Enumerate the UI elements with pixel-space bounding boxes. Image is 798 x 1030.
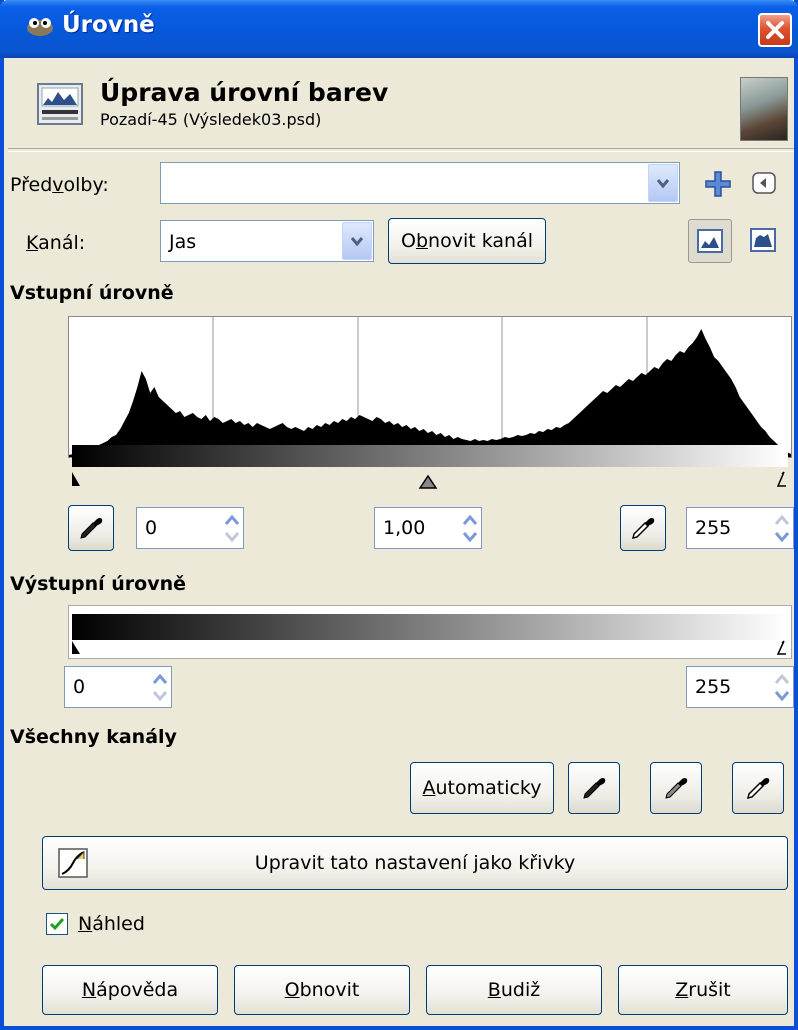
pick-white-point-button[interactable]: [732, 762, 784, 814]
help-button[interactable]: Nápověda: [42, 965, 218, 1015]
input-gamma-handle[interactable]: [418, 474, 438, 489]
histogram-plot: [69, 317, 791, 457]
spin-arrows-icon[interactable]: [221, 508, 243, 548]
input-low-spin[interactable]: 0: [136, 507, 244, 549]
preset-menu-icon[interactable]: [752, 172, 776, 194]
eyedropper-gray-icon: [665, 778, 688, 799]
channel-value: Jas: [169, 231, 197, 253]
input-slider-track[interactable]: [70, 470, 790, 492]
input-high-handle[interactable]: [776, 471, 786, 487]
histogram: [68, 316, 792, 458]
input-gamma-spin[interactable]: 1,00: [374, 507, 482, 549]
white-point-picker[interactable]: [620, 505, 666, 551]
reset-channel-button[interactable]: Obnovit kanál: [388, 218, 546, 264]
input-low-value: 0: [145, 517, 158, 539]
linear-histogram-icon: [697, 229, 723, 253]
checkmark-icon: [49, 918, 65, 931]
black-point-picker[interactable]: [68, 505, 114, 551]
channel-combo[interactable]: Jas: [160, 220, 374, 262]
input-high-spin[interactable]: 255: [686, 507, 794, 549]
auto-button[interactable]: Automaticky: [410, 762, 554, 814]
output-low-handle[interactable]: [72, 641, 80, 654]
presets-label: Předvolby:: [10, 174, 109, 196]
spin-arrows-icon[interactable]: [771, 667, 793, 707]
input-high-value: 255: [695, 517, 732, 539]
linear-histogram-toggle[interactable]: [688, 219, 732, 263]
eyedropper-black-icon: [80, 518, 103, 539]
cancel-button[interactable]: Zrušit: [618, 965, 788, 1015]
output-low-spin[interactable]: 0: [64, 666, 172, 708]
log-histogram-toggle[interactable]: [742, 219, 786, 263]
presets-dropdown-button[interactable]: [648, 164, 678, 202]
reset-button[interactable]: Obnovit: [234, 965, 410, 1015]
channel-label: Kanál:: [26, 232, 86, 254]
close-icon: [766, 21, 784, 39]
output-high-handle[interactable]: [776, 640, 786, 655]
edit-as-curves-button[interactable]: Upravit tato nastavení jako křivky: [42, 836, 788, 890]
ok-button[interactable]: Budiž: [426, 965, 602, 1015]
output-low-value: 0: [73, 676, 86, 698]
channel-dropdown-button[interactable]: [342, 222, 372, 260]
dialog-heading: Úprava úrovní barev: [100, 78, 389, 107]
output-high-value: 255: [695, 676, 732, 698]
chevron-down-icon: [350, 237, 364, 247]
presets-combo[interactable]: [160, 162, 680, 204]
eyedropper-white-icon: [631, 518, 655, 540]
image-thumbnail: [740, 77, 788, 141]
pick-black-point-button[interactable]: [568, 762, 620, 814]
log-histogram-icon: [750, 228, 776, 252]
output-high-spin[interactable]: 255: [686, 666, 794, 708]
dialog-subheading: Pozadí-45 (Výsledek03.psd): [100, 110, 322, 129]
input-gradient-bar: [72, 445, 788, 467]
preview-label[interactable]: Náhled: [78, 913, 145, 935]
header-separator: [8, 148, 794, 152]
eyedropper-black-icon: [583, 778, 606, 799]
title-bar: Úrovně: [0, 0, 798, 58]
output-slider-track[interactable]: [70, 640, 790, 660]
edit-as-curves-label: Upravit tato nastavení jako křivky: [254, 852, 576, 874]
levels-dialog: Úrovně Úprava úrovní barev Pozadí-45 (Vý…: [0, 0, 798, 1030]
spin-arrows-icon[interactable]: [459, 508, 481, 548]
input-levels-heading: Vstupní úrovně: [10, 282, 174, 304]
curves-icon: [58, 848, 88, 878]
spin-arrows-icon[interactable]: [149, 667, 171, 707]
eyedropper-white-icon: [746, 778, 770, 800]
all-channels-heading: Všechny kanály: [10, 726, 177, 748]
levels-icon: [37, 83, 83, 125]
spin-arrows-icon[interactable]: [771, 508, 793, 548]
window-title: Úrovně: [62, 12, 155, 38]
preview-checkbox[interactable]: [46, 913, 68, 935]
add-preset-icon[interactable]: [704, 170, 732, 198]
output-gradient-bar: [72, 614, 788, 640]
chevron-down-icon: [656, 179, 670, 189]
input-gamma-value: 1,00: [383, 517, 426, 539]
output-levels-heading: Výstupní úrovně: [10, 573, 187, 595]
gimp-icon: [27, 18, 53, 36]
input-low-handle[interactable]: [72, 472, 80, 486]
close-button[interactable]: [758, 13, 792, 47]
pick-gray-point-button[interactable]: [650, 762, 702, 814]
